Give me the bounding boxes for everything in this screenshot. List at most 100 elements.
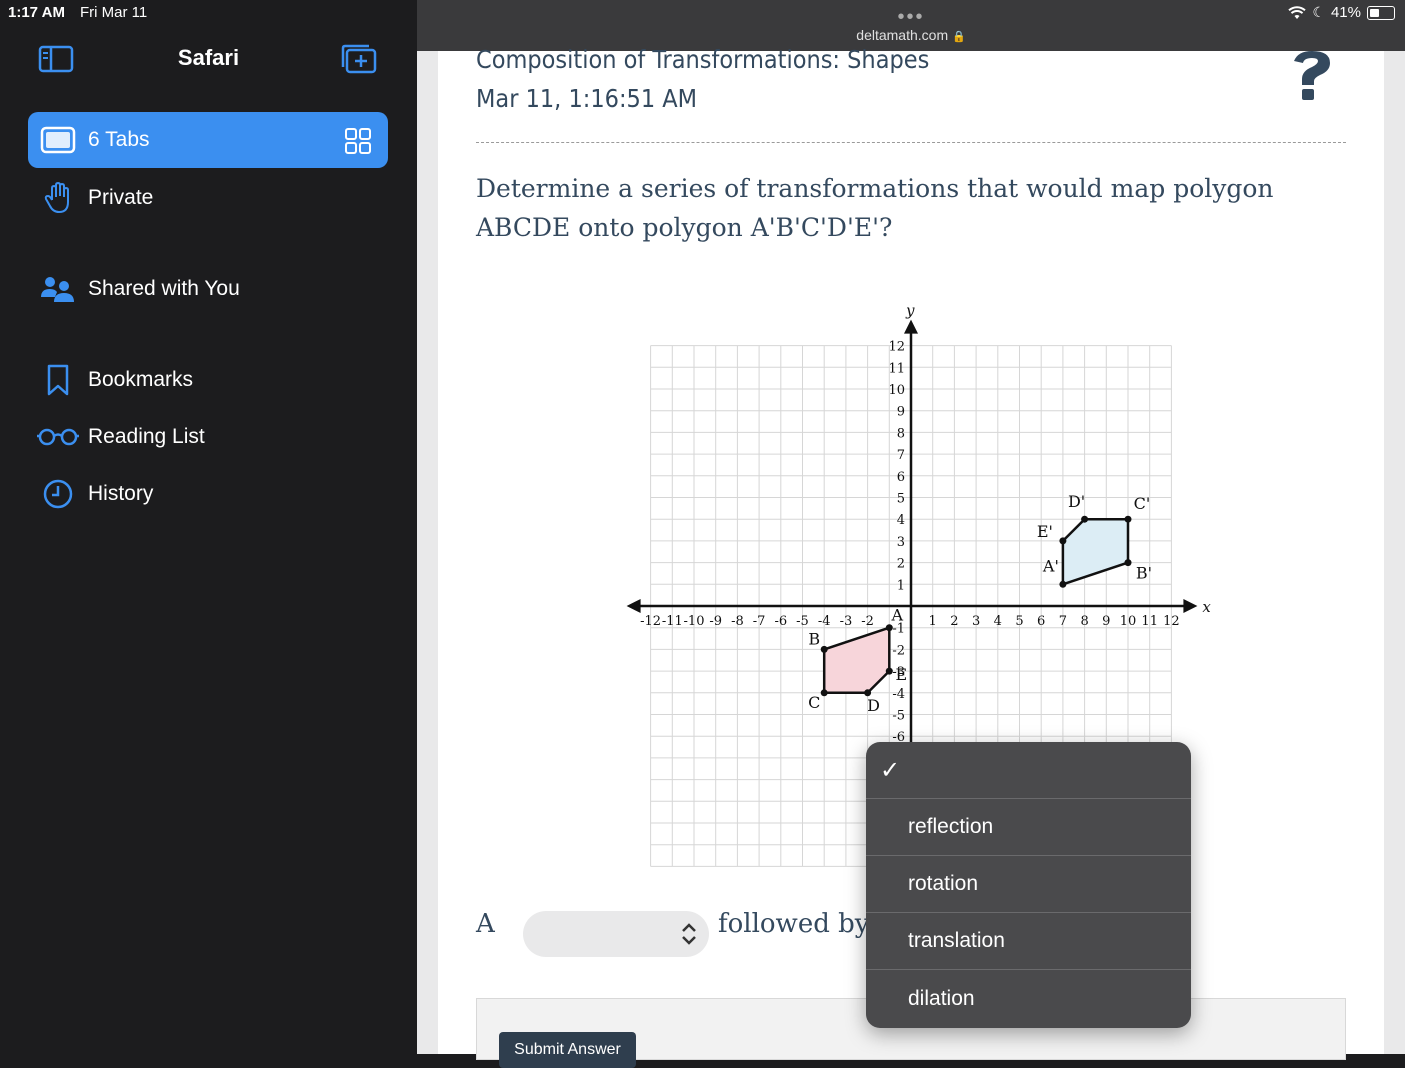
url-label: deltamath.com (856, 27, 949, 43)
transformation-dropdown: ✓ reflection rotation translation dilati… (866, 742, 1191, 1028)
y-tick-label: 12 (888, 340, 905, 355)
lock-icon: 🔒 (952, 31, 966, 43)
y-tick-label: -2 (892, 643, 905, 658)
vertex-label: D (867, 696, 880, 715)
vertex-label: D' (1068, 492, 1085, 511)
y-tick-label: -4 (892, 687, 905, 702)
x-tick-label: 12 (1163, 614, 1180, 629)
vertex-label: B' (1136, 564, 1152, 583)
x-tick-label: -2 (861, 614, 874, 629)
x-tick-label: -9 (709, 614, 722, 629)
submit-answer-button[interactable]: Submit Answer (499, 1032, 636, 1068)
status-bar: 1:17 AM Fri Mar 11 ☾ 41% (0, 0, 1405, 26)
x-tick-label: 11 (1141, 614, 1158, 629)
dropdown-item-rotation[interactable]: rotation (866, 856, 1191, 913)
status-time: 1:17 AM (8, 4, 65, 21)
y-tick-label: 11 (888, 361, 905, 376)
new-tab-group-icon[interactable] (340, 43, 378, 75)
help-question-icon[interactable] (1290, 51, 1334, 103)
x-tick-label: -6 (774, 614, 787, 629)
dropdown-item-translation[interactable]: translation (866, 913, 1191, 970)
vertex-point (820, 645, 828, 653)
y-axis-arrow (904, 319, 918, 334)
tabs-icon (40, 126, 76, 154)
clock-icon (43, 479, 73, 509)
sidebar-item-tabs[interactable]: 6 Tabs (28, 112, 388, 168)
sidebar-item-label: Shared with You (88, 277, 240, 300)
x-tick-label: -8 (731, 614, 744, 629)
sidebar-item-label: 6 Tabs (88, 128, 150, 151)
vertex-point (885, 667, 893, 675)
vertex-label: C (808, 693, 820, 712)
dropdown-item-reflection[interactable]: reflection (866, 799, 1191, 856)
moon-icon: ☾ (1312, 4, 1325, 20)
tab-overview-icon[interactable] (344, 127, 372, 155)
y-axis-label: y (905, 302, 915, 320)
sidebar-item-reading-list[interactable]: Reading List (28, 409, 388, 465)
page-title: Composition of Transformations: Shapes (476, 45, 930, 74)
answer-prefix: A (476, 909, 495, 939)
x-axis-arrow (1183, 599, 1198, 613)
dropdown-item-blank[interactable]: ✓ (866, 742, 1191, 799)
x-tick-label: -11 (662, 614, 683, 629)
safari-sidebar: Safari 6 Tabs Private Shared with You Bo… (0, 0, 417, 1054)
vertex-point (1059, 537, 1067, 545)
glasses-icon (37, 428, 79, 446)
y-tick-label: -5 (892, 709, 905, 724)
x-tick-label: -12 (640, 614, 661, 629)
battery-percent: 41% (1330, 4, 1361, 21)
vertex-point (1124, 515, 1132, 523)
status-right: ☾ 41% (1288, 4, 1395, 21)
y-tick-label: 2 (897, 557, 905, 572)
sidebar-item-label: Bookmarks (88, 368, 194, 391)
chevron-updown-icon (682, 923, 696, 945)
battery-icon (1367, 5, 1395, 20)
sidebar-item-label: History (88, 482, 154, 505)
x-axis-label: x (1202, 598, 1211, 616)
sidebar-item-private[interactable]: Private (28, 170, 388, 226)
y-tick-label: 1 (897, 578, 905, 593)
vertex-label: A' (1042, 556, 1059, 575)
sidebar-item-label: Reading List (88, 425, 205, 448)
x-tick-label: 7 (1059, 614, 1067, 629)
x-tick-label: 4 (994, 614, 1002, 629)
y-tick-label: 9 (897, 405, 905, 420)
transformation-select-1[interactable] (523, 911, 709, 957)
y-tick-label: 5 (897, 492, 905, 507)
wifi-icon (1288, 5, 1307, 19)
polygon-prime (1061, 517, 1130, 587)
y-tick-label: 8 (897, 426, 905, 441)
vertex-point (1081, 515, 1089, 523)
x-tick-label: 8 (1080, 614, 1088, 629)
question-text: Determine a series of transformations th… (476, 174, 1274, 242)
vertex-label: E' (1037, 522, 1053, 541)
sidebar-item-history[interactable]: History (28, 466, 388, 522)
sidebar-item-bookmarks[interactable]: Bookmarks (28, 352, 388, 408)
url-text[interactable]: deltamath.com 🔒 (417, 27, 1405, 43)
checkmark-icon: ✓ (880, 756, 901, 784)
x-tick-label: 10 (1120, 614, 1137, 629)
vertex-label: A (891, 606, 904, 625)
vertex-label: B (808, 629, 820, 648)
x-tick-label: 6 (1037, 614, 1045, 629)
polygon-abcde (822, 625, 891, 695)
hand-icon (44, 182, 69, 214)
x-tick-label: 3 (972, 614, 980, 629)
vertex-point (885, 624, 893, 632)
x-tick-label: 5 (1015, 614, 1023, 629)
x-tick-label: -3 (840, 614, 853, 629)
sidebar-item-label: Private (88, 186, 154, 209)
vertex-point (1059, 580, 1067, 588)
y-tick-label: 6 (897, 470, 905, 485)
x-tick-label: 1 (929, 614, 937, 629)
x-tick-label: 2 (950, 614, 958, 629)
x-tick-label: -4 (818, 614, 831, 629)
status-date: Fri Mar 11 (80, 4, 148, 21)
x-tick-label: -10 (684, 614, 705, 629)
dropdown-item-dilation[interactable]: dilation (866, 970, 1191, 1027)
page-timestamp: Mar 11, 1:16:51 AM (476, 84, 698, 113)
sidebar-item-shared[interactable]: Shared with You (28, 261, 388, 317)
vertex-label: C' (1134, 494, 1151, 513)
x-axis-arrow (626, 599, 641, 613)
y-tick-label: 7 (897, 448, 905, 463)
